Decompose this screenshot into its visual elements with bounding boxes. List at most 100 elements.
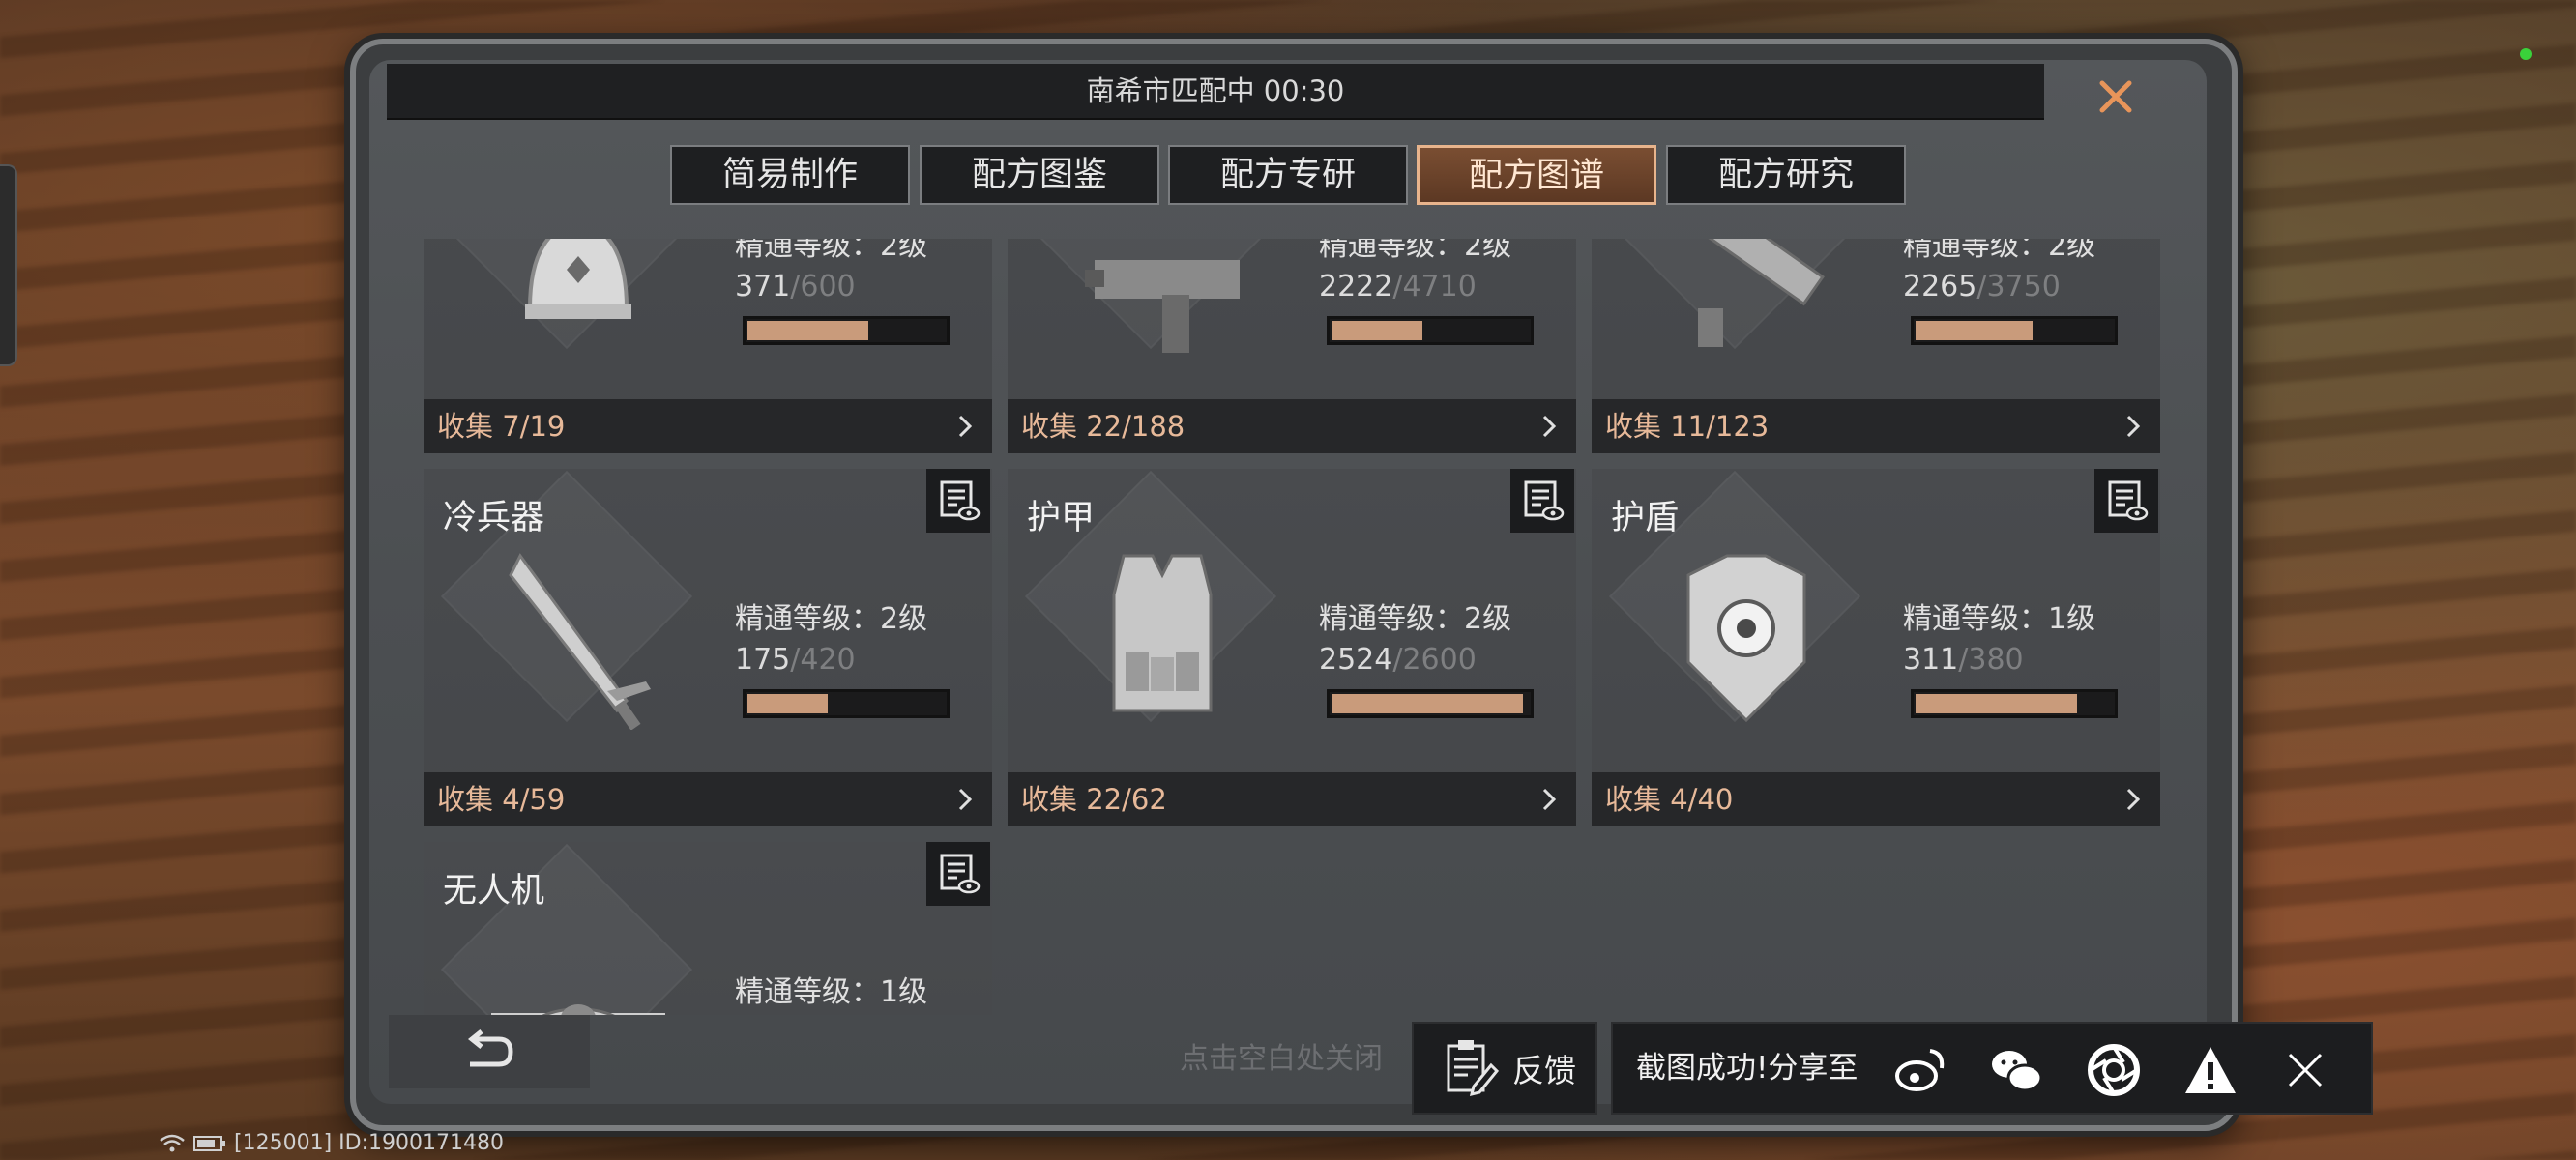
shield-armor-icon: [1686, 554, 1806, 723]
vest-icon: [1112, 554, 1213, 712]
mastery-progress-text: 2524/2600: [1319, 643, 1477, 677]
mastery-progress-text: 311/380: [1903, 643, 2024, 677]
collect-row[interactable]: 收集 22/188: [1008, 399, 1576, 453]
mastery-level: 精通等级：1级: [735, 975, 928, 1009]
category-name: 冷兵器: [443, 499, 545, 537]
mastery-level: 精通等级：1级: [1903, 602, 2096, 636]
mastery-level: 精通等级：2级: [1319, 602, 1512, 636]
mastery-progress-bar: [743, 689, 950, 718]
tab-recipe-catalog[interactable]: 配方图鉴: [920, 145, 1159, 205]
chevron-right-icon: [1542, 788, 1557, 811]
collect-count: 收集 11/123: [1605, 410, 1770, 443]
recipe-card-drone[interactable]: 无人机 精通等级：1级: [424, 842, 992, 1015]
share-moments-button[interactable]: [2085, 1041, 2143, 1099]
drone-icon: [491, 1004, 665, 1015]
document-eye-icon: [1524, 480, 1565, 521]
close-hint: 点击空白处关闭: [1180, 1042, 1383, 1076]
recipe-card-armor[interactable]: 护甲 精通等级：2级 2524/2600 收集 22/62: [1008, 469, 1576, 826]
return-arrow-icon: [467, 1030, 513, 1067]
recipe-card-shield[interactable]: 护盾 精通等级：1级 311/380 收集 4/40: [1592, 469, 2160, 826]
progress-fill: [1332, 694, 1523, 713]
view-recipe-button[interactable]: [926, 469, 990, 533]
collect-count: 收集 7/19: [437, 410, 566, 443]
recipe-card-launcher[interactable]: 精通等级：2级 2265/3750 收集 11/123: [1592, 239, 2160, 453]
collect-row[interactable]: 收集 7/19: [424, 399, 992, 453]
tab-recipe-study[interactable]: 配方专研: [1168, 145, 1408, 205]
category-name: 护甲: [1027, 499, 1096, 537]
document-eye-icon: [2108, 480, 2149, 521]
view-recipe-button[interactable]: [926, 842, 990, 906]
battery-icon: [193, 1135, 225, 1151]
progress-fill: [1916, 321, 2033, 340]
mastery-progress-text: 371/600: [735, 270, 856, 304]
feedback-label: 反馈: [1512, 1052, 1576, 1089]
share-close-button[interactable]: [2276, 1041, 2334, 1099]
share-wechat-button[interactable]: [1988, 1041, 2046, 1099]
collect-count: 收集 22/62: [1021, 783, 1167, 816]
device-status-bar: [125001] ID:1900171480: [159, 1131, 504, 1155]
share-weibo-button[interactable]: [1891, 1041, 1949, 1099]
feedback-button[interactable]: 反馈: [1412, 1022, 1597, 1115]
mastery-progress-text: 175/420: [735, 643, 856, 677]
mastery-progress-text: 2222/4710: [1319, 270, 1477, 304]
chevron-right-icon: [1542, 415, 1557, 438]
collect-count: 收集 4/59: [437, 783, 566, 816]
recipe-card-helmet[interactable]: 精通等级：2级 371/600 收集 7/19: [424, 239, 992, 453]
mastery-level: 精通等级：2级: [735, 602, 928, 636]
server-and-id: [125001] ID:1900171480: [234, 1131, 504, 1155]
wifi-icon: [160, 1134, 185, 1151]
category-name: 护盾: [1611, 499, 1680, 537]
collect-count: 收集 4/40: [1605, 783, 1734, 816]
mastery-progress-bar: [1327, 689, 1534, 718]
mastery-level: 精通等级：2级: [1903, 239, 2096, 263]
recipe-card-smg[interactable]: 精通等级：2级 2222/4710 收集 22/188: [1008, 239, 1576, 453]
tab-recipe-research[interactable]: 配方研究: [1666, 145, 1906, 205]
mastery-progress-bar: [1327, 316, 1534, 345]
mastery-progress-bar: [1911, 689, 2118, 718]
side-drawer-handle[interactable]: [0, 164, 17, 366]
progress-fill: [747, 694, 829, 713]
back-button[interactable]: [389, 1015, 590, 1088]
document-eye-icon: [940, 480, 981, 521]
mastery-level: 精通等级：2级: [1319, 239, 1512, 263]
chevron-right-icon: [958, 415, 973, 438]
view-recipe-button[interactable]: [2094, 469, 2158, 533]
dialog-title: 南希市匹配中 00:30: [1086, 74, 1345, 107]
document-eye-icon: [940, 854, 981, 894]
smg-icon: [1085, 260, 1240, 353]
mastery-progress-bar: [743, 316, 950, 345]
close-button[interactable]: [2089, 70, 2143, 124]
helmet-icon: [525, 239, 631, 319]
screenshot-share-bar: 截图成功!分享至: [1611, 1022, 2373, 1115]
warning-icon: [2185, 1047, 2236, 1093]
close-icon: [2288, 1053, 2323, 1088]
close-icon: [2099, 80, 2132, 113]
report-button[interactable]: [2181, 1041, 2239, 1099]
mastery-progress-bar: [1911, 316, 2118, 345]
launcher-icon: [1698, 239, 1825, 347]
collect-row[interactable]: 收集 4/40: [1592, 772, 2160, 826]
collect-row[interactable]: 收集 11/123: [1592, 399, 2160, 453]
collect-row[interactable]: 收集 4/59: [424, 772, 992, 826]
blade-icon: [509, 553, 651, 730]
aperture-icon: [2088, 1044, 2140, 1096]
tab-recipe-atlas[interactable]: 配方图谱: [1417, 145, 1656, 205]
tab-simple-craft[interactable]: 简易制作: [670, 145, 910, 205]
chevron-right-icon: [958, 788, 973, 811]
collect-row[interactable]: 收集 22/62: [1008, 772, 1576, 826]
chevron-right-icon: [2126, 415, 2141, 438]
clipboard-edit-icon: [1447, 1040, 1500, 1097]
category-name: 无人机: [443, 872, 545, 911]
wechat-icon: [1992, 1051, 2043, 1092]
progress-fill: [1916, 694, 2077, 713]
recipe-card-melee[interactable]: 冷兵器 精通等级：2级 175/420 收集 4/59: [424, 469, 992, 826]
collect-count: 收集 22/188: [1021, 410, 1186, 443]
recipe-grid: 精通等级：2级 371/600 收集 7/19 精通等级：2级 2222/471…: [416, 239, 2164, 1015]
chevron-right-icon: [2126, 788, 2141, 811]
share-prompt: 截图成功!分享至: [1636, 1051, 1859, 1086]
weibo-icon: [1895, 1049, 1945, 1091]
progress-fill: [747, 321, 868, 340]
view-recipe-button[interactable]: [1510, 469, 1574, 533]
status-indicator-dot: [2520, 48, 2532, 60]
progress-fill: [1332, 321, 1422, 340]
